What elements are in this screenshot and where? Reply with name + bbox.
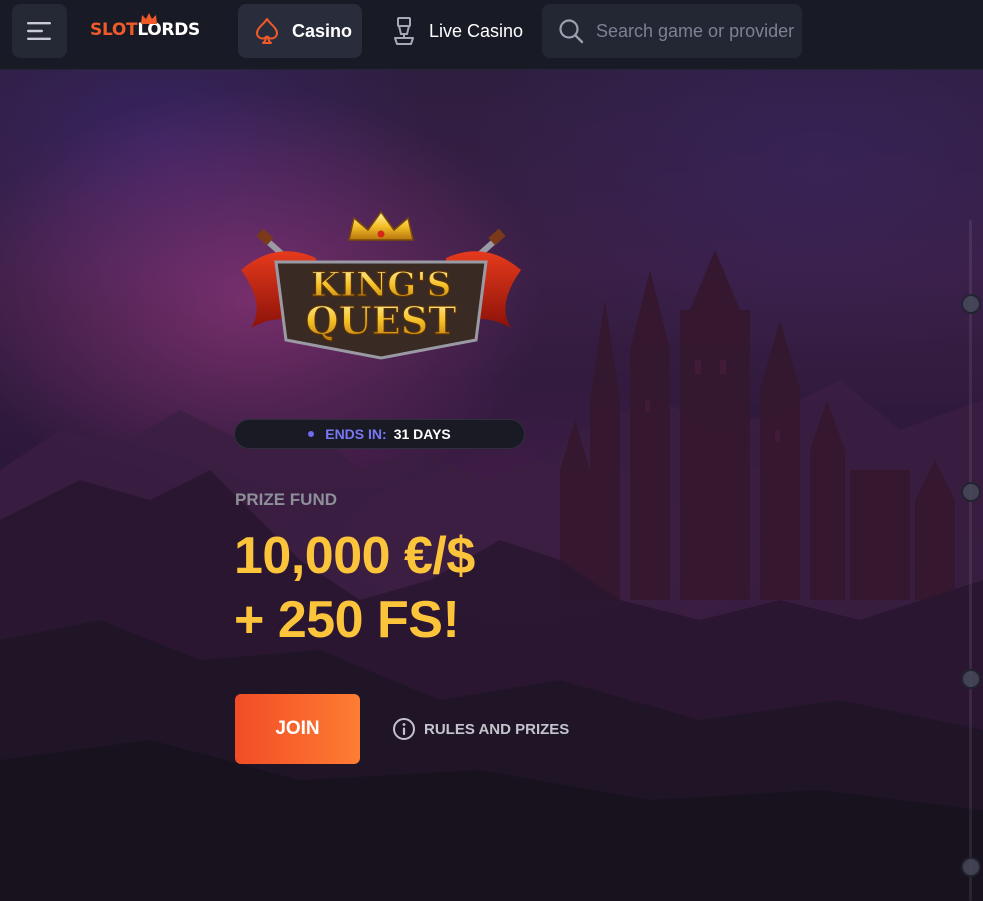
slider-dot[interactable] (961, 294, 981, 314)
dealer-icon (394, 17, 414, 45)
nav-tab-live-casino-label: Live Casino (429, 20, 524, 41)
castle-landscape-illustration (0, 250, 983, 901)
search-box[interactable] (542, 4, 802, 58)
prize-fund-label: PRIZE FUND (235, 490, 337, 509)
logo-text-slot: SLOT (90, 20, 138, 40)
countdown-badge: ENDS IN: 31 DAYS (234, 419, 525, 449)
slider-dot[interactable] (961, 669, 981, 689)
info-icon (393, 718, 415, 740)
rules-and-prizes-link[interactable]: RULES AND PRIZES (392, 716, 569, 742)
countdown-label: ENDS IN: (325, 426, 387, 442)
nav-tab-casino-label: Casino (292, 20, 353, 41)
spade-icon (256, 18, 278, 44)
nav-tab-live-casino[interactable]: Live Casino (387, 4, 532, 58)
top-navigation-bar: SLOTLORDS Casino Live Casino (0, 0, 983, 70)
svg-text:QUEST: QUEST (306, 298, 457, 343)
join-button[interactable]: JOIN (235, 694, 360, 764)
status-dot (308, 431, 315, 437)
hero-background (0, 0, 983, 901)
hamburger-icon (26, 22, 51, 40)
rules-and-prizes-label: RULES AND PRIZES (424, 720, 570, 738)
countdown-value: 31 DAYS (393, 426, 451, 442)
slotlords-logo[interactable]: SLOTLORDS (90, 12, 210, 48)
slider-dot[interactable] (961, 482, 981, 502)
search-icon (559, 19, 584, 44)
prize-free-spins: + 250 FS! (234, 591, 460, 649)
slider-dot[interactable] (961, 857, 981, 877)
nav-tab-casino[interactable]: Casino (238, 4, 362, 58)
menu-button[interactable] (12, 4, 67, 58)
slider-rail (969, 220, 972, 901)
prize-amount: 10,000 €/$ (234, 527, 475, 585)
crown-icon (141, 13, 157, 24)
search-input[interactable] (596, 20, 796, 42)
kings-quest-logo: KING'S QUEST (241, 210, 521, 360)
